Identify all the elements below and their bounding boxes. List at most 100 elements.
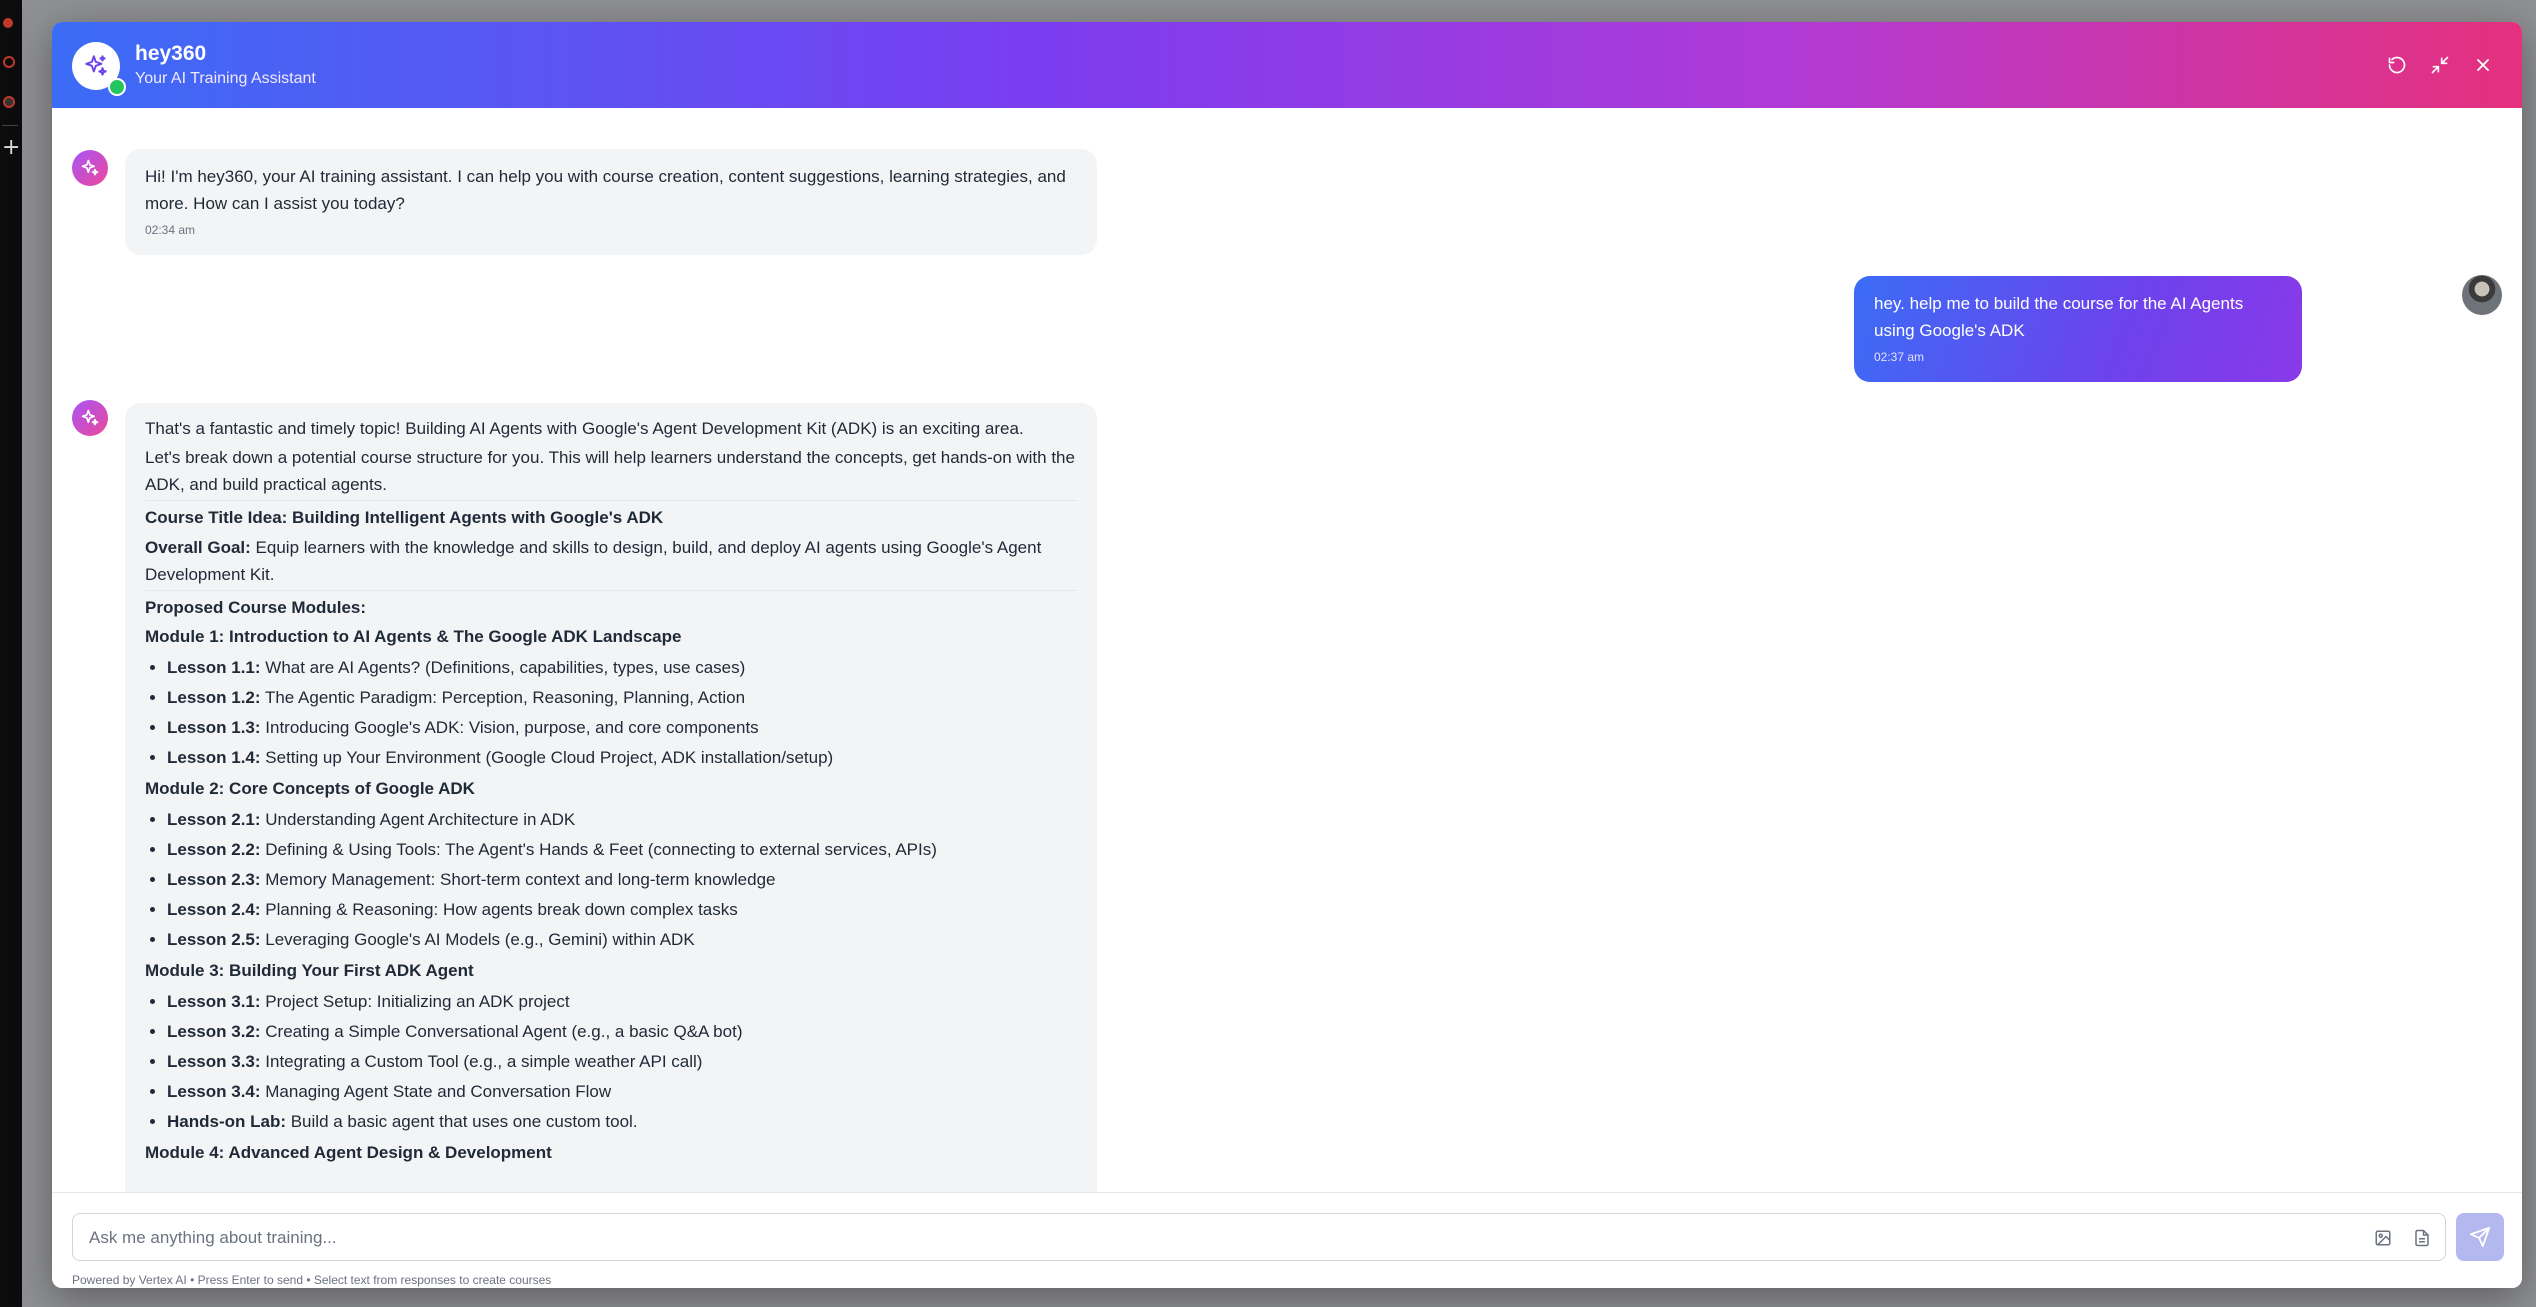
module-1: Module 1: Introduction to AI Agents & Th… — [145, 621, 1077, 773]
app-icon-active[interactable] — [3, 96, 15, 108]
powered-by-hint: Powered by Vertex AI • Press Enter to se… — [72, 1273, 552, 1287]
bot-message-bubble[interactable]: Hi! I'm hey360, your AI training assista… — [125, 149, 1097, 255]
chat-modal: hey360 Your AI Training Assistant Hi! I'… — [52, 22, 2522, 1288]
minimize-icon — [2431, 56, 2449, 74]
lesson-label: Lesson 2.3: — [167, 870, 261, 889]
lesson-text: The Agentic Paradigm: Perception, Reason… — [260, 688, 746, 707]
lesson-item: Lesson 1.1: What are AI Agents? (Definit… — [167, 653, 1077, 683]
lesson-label: Lesson 3.2: — [167, 1022, 261, 1041]
message-text: Hi! I'm hey360, your AI training assista… — [145, 167, 1066, 213]
module-3: Module 3: Building Your First ADK Agent … — [145, 955, 1077, 1137]
message-timestamp: 02:37 am — [1874, 350, 1925, 364]
module-title: Module 2: Core Concepts of Google ADK — [145, 779, 475, 798]
lesson-label: Lesson 3.3: — [167, 1052, 261, 1071]
course-title-idea: Course Title Idea: Building Intelligent … — [145, 508, 664, 527]
module-title: Module 1: Introduction to AI Agents & Th… — [145, 627, 682, 646]
lesson-item: Lesson 2.3: Memory Management: Short-ter… — [167, 865, 1077, 895]
module-4-title: Module 4: Advanced Agent Design & Develo… — [145, 1143, 552, 1162]
modules-heading: Proposed Course Modules: — [145, 598, 367, 617]
online-status-dot — [108, 78, 126, 96]
lesson-item: Lesson 3.4: Managing Agent State and Con… — [167, 1077, 1077, 1107]
user-avatar — [2462, 275, 2502, 315]
attach-document-button[interactable] — [2411, 1227, 2433, 1249]
attach-image-button[interactable] — [2372, 1227, 2394, 1249]
close-icon — [2477, 59, 2489, 71]
refresh-icon — [2388, 56, 2406, 74]
bot-message-avatar — [72, 400, 108, 436]
close-button[interactable] — [2468, 50, 2498, 80]
divider — [145, 500, 1077, 501]
send-button[interactable] — [2456, 1213, 2504, 1261]
lesson-text: Defining & Using Tools: The Agent's Hand… — [260, 840, 937, 859]
lesson-text: Leveraging Google's AI Models (e.g., Gem… — [260, 930, 695, 949]
bot-message-avatar — [72, 150, 108, 186]
lesson-item: Lesson 3.3: Integrating a Custom Tool (e… — [167, 1047, 1077, 1077]
bot-course-message-bubble[interactable]: That's a fantastic and timely topic! Bui… — [125, 403, 1097, 1192]
lesson-label: Lesson 2.1: — [167, 810, 261, 829]
lesson-item: Lesson 2.4: Planning & Reasoning: How ag… — [167, 895, 1077, 925]
notification-dot-icon — [3, 18, 13, 28]
lesson-item: Hands-on Lab: Build a basic agent that u… — [167, 1107, 1077, 1137]
lesson-text: Memory Management: Short-term context an… — [260, 870, 776, 889]
lesson-list: Lesson 3.1: Project Setup: Initializing … — [145, 987, 1077, 1137]
background-app-rail: + — [0, 0, 22, 1307]
sparkles-icon — [81, 159, 99, 176]
lesson-label: Lesson 1.3: — [167, 718, 261, 737]
message-paragraph: Let's break down a potential course stru… — [145, 448, 1075, 494]
image-icon — [2375, 1230, 2391, 1246]
lesson-label: Lesson 1.1: — [167, 658, 261, 677]
lesson-text: Introducing Google's ADK: Vision, purpos… — [260, 718, 759, 737]
reset-chat-button[interactable] — [2382, 50, 2412, 80]
assistant-subtitle: Your AI Training Assistant — [135, 70, 316, 87]
lesson-text: Setting up Your Environment (Google Clou… — [260, 748, 834, 767]
lesson-text: Creating a Simple Conversational Agent (… — [260, 1022, 743, 1041]
lesson-item: Lesson 2.1: Understanding Agent Architec… — [167, 805, 1077, 835]
send-icon — [2469, 1226, 2491, 1248]
lesson-text: Project Setup: Initializing an ADK proje… — [260, 992, 570, 1011]
message-input[interactable] — [87, 1222, 2341, 1254]
app-icon[interactable] — [3, 56, 15, 68]
lesson-item: Lesson 2.5: Leveraging Google's AI Model… — [167, 925, 1077, 955]
lesson-item: Lesson 2.2: Defining & Using Tools: The … — [167, 835, 1077, 865]
message-paragraph: That's a fantastic and timely topic! Bui… — [145, 419, 1024, 438]
lesson-item: Lesson 3.2: Creating a Simple Conversati… — [167, 1017, 1077, 1047]
module-2: Module 2: Core Concepts of Google ADK Le… — [145, 773, 1077, 955]
lesson-label: Lesson 1.2: — [167, 688, 261, 707]
lesson-label: Lesson 2.5: — [167, 930, 261, 949]
overall-goal-label: Overall Goal: — [145, 538, 251, 557]
document-icon — [2415, 1229, 2429, 1247]
lesson-item: Lesson 1.4: Setting up Your Environment … — [167, 743, 1077, 773]
assistant-name: hey360 — [135, 42, 207, 65]
lesson-label: Hands-on Lab: — [167, 1112, 286, 1131]
message-timestamp: 02:34 am — [145, 223, 196, 237]
sparkles-icon — [81, 409, 99, 426]
lesson-item: Lesson 1.3: Introducing Google's ADK: Vi… — [167, 713, 1077, 743]
lesson-label: Lesson 2.2: — [167, 840, 261, 859]
divider — [145, 590, 1077, 591]
lesson-label: Lesson 3.4: — [167, 1082, 261, 1101]
overall-goal: Overall Goal: Equip learners with the kn… — [145, 534, 1077, 588]
composer: Powered by Vertex AI • Press Enter to se… — [52, 1192, 2522, 1288]
message-list[interactable]: Hi! I'm hey360, your AI training assista… — [52, 108, 2522, 1192]
lesson-text: Understanding Agent Architecture in ADK — [260, 810, 576, 829]
lesson-text: Managing Agent State and Conversation Fl… — [260, 1082, 612, 1101]
message-text: hey. help me to build the course for the… — [1874, 294, 2244, 340]
rail-divider — [2, 125, 18, 126]
lesson-text: What are AI Agents? (Definitions, capabi… — [260, 658, 746, 677]
lesson-text: Integrating a Custom Tool (e.g., a simpl… — [260, 1052, 703, 1071]
lesson-text: Build a basic agent that uses one custom… — [286, 1112, 638, 1131]
user-message-bubble[interactable]: hey. help me to build the course for the… — [1854, 276, 2302, 382]
lesson-label: Lesson 3.1: — [167, 992, 261, 1011]
add-icon[interactable]: + — [2, 137, 20, 159]
chat-header: hey360 Your AI Training Assistant — [52, 22, 2522, 108]
lesson-item: Lesson 1.2: The Agentic Paradigm: Percep… — [167, 683, 1077, 713]
lesson-list: Lesson 2.1: Understanding Agent Architec… — [145, 805, 1077, 955]
lesson-item: Lesson 3.1: Project Setup: Initializing … — [167, 987, 1077, 1017]
minimize-button[interactable] — [2425, 50, 2455, 80]
module-title: Module 3: Building Your First ADK Agent — [145, 961, 474, 980]
lesson-label: Lesson 1.4: — [167, 748, 261, 767]
message-input-wrapper — [72, 1213, 2446, 1261]
lesson-text: Planning & Reasoning: How agents break d… — [260, 900, 738, 919]
overall-goal-text: Equip learners with the knowledge and sk… — [145, 538, 1042, 584]
lesson-label: Lesson 2.4: — [167, 900, 261, 919]
